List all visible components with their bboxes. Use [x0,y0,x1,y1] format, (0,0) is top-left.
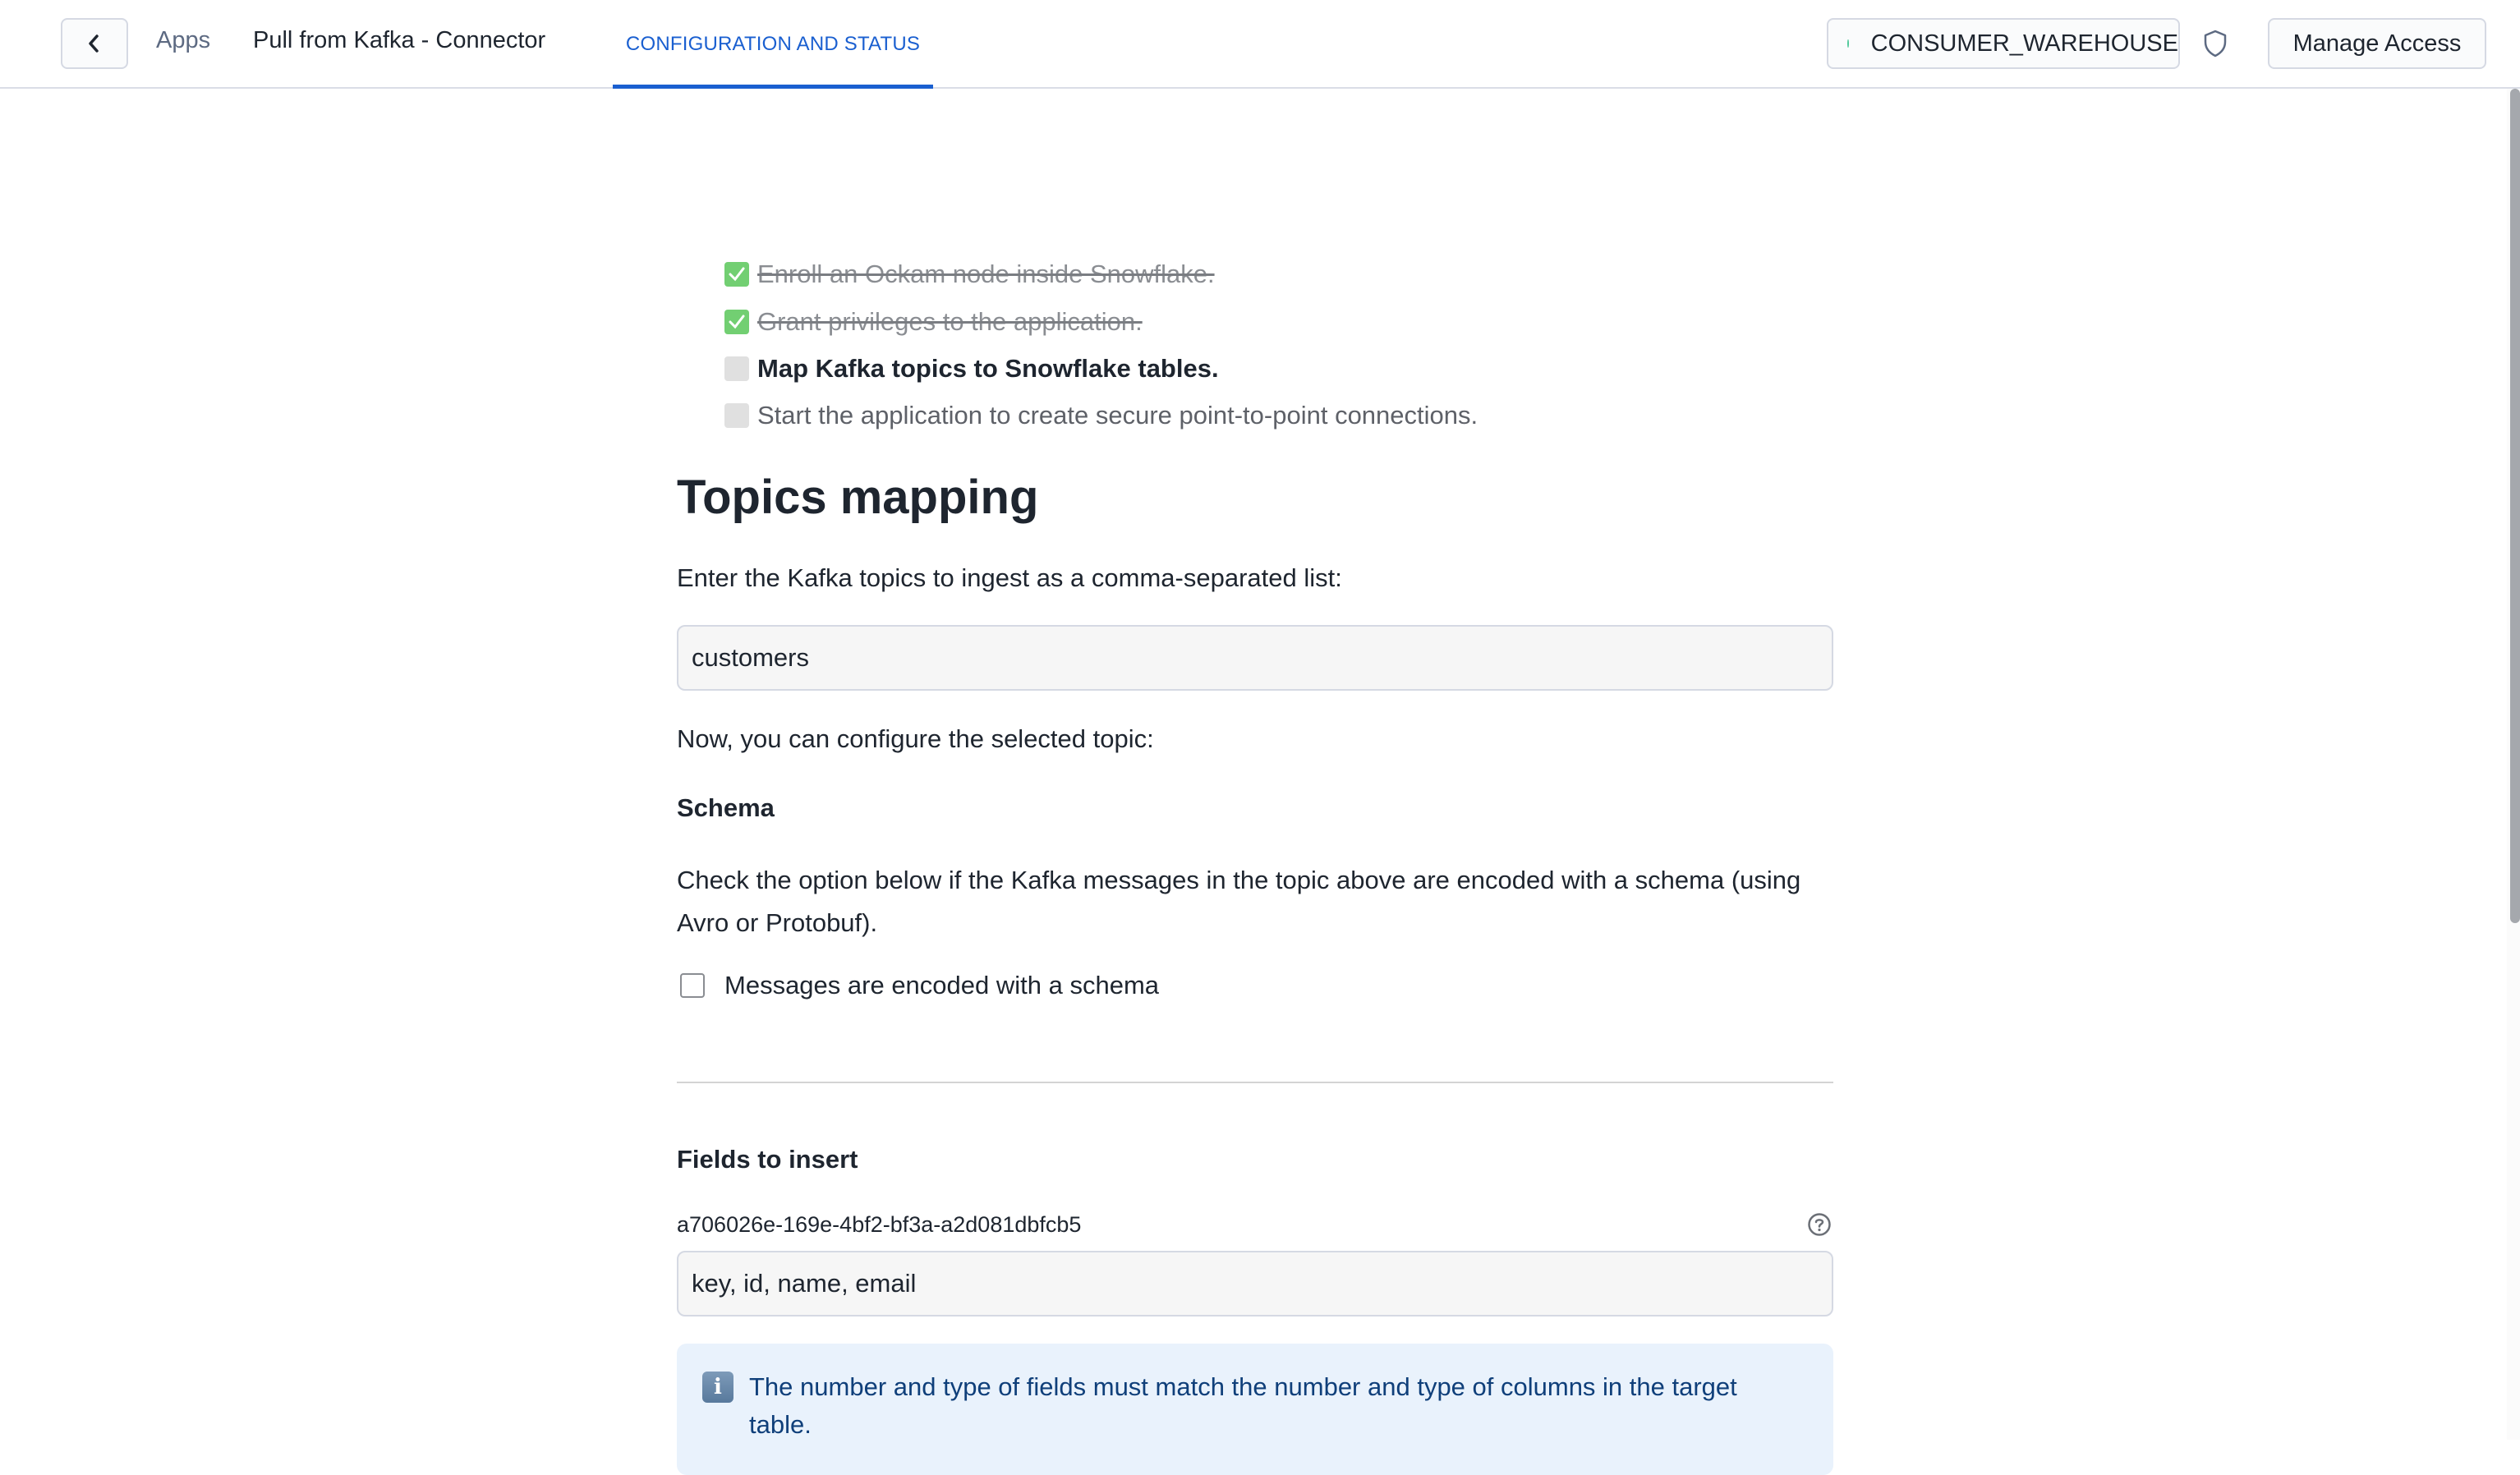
check-empty-icon [724,356,749,381]
checklist-item-enroll: Enroll an Ockam node inside Snowflake. [724,260,1215,289]
schema-description: Check the option below if the Kafka mess… [677,866,1801,937]
checklist-item-start: Start the application to create secure p… [724,401,1478,430]
info-icon: i [702,1372,733,1403]
check-done-icon [724,262,749,287]
check-empty-icon [724,403,749,428]
checklist-label: Grant privileges to the application. [757,307,1143,336]
shield-icon[interactable] [2203,30,2228,57]
status-dot-icon [1847,39,1849,48]
warehouse-selector[interactable]: CONSUMER_WAREHOUSE [1827,18,2180,69]
breadcrumb-apps[interactable]: Apps [156,27,210,54]
fields-input[interactable] [677,1251,1833,1316]
manage-access-button[interactable]: Manage Access [2268,18,2486,69]
back-button[interactable] [61,18,128,69]
schema-checkbox-row[interactable]: Messages are encoded with a schema [680,971,1159,1000]
checklist-item-map: Map Kafka topics to Snowflake tables. [724,354,1219,384]
field-id-label: a706026e-169e-4bf2-bf3a-a2d081dbfcb5 [677,1212,1082,1237]
info-callout: i The number and type of fields must mat… [677,1344,1833,1475]
warehouse-label: CONSUMER_WAREHOUSE [1870,30,2178,57]
topics-prompt: Enter the Kafka topics to ingest as a co… [677,563,1342,592]
checklist-label: Start the application to create secure p… [757,401,1478,430]
scrollbar-thumb[interactable] [2510,89,2520,923]
help-icon[interactable] [1807,1212,1832,1237]
fields-heading: Fields to insert [677,1145,858,1174]
info-text: The number and type of fields must match… [749,1372,1737,1439]
top-bar: Apps Pull from Kafka - Connector CONFIGU… [0,0,2520,89]
schema-checkbox-label: Messages are encoded with a schema [724,971,1160,999]
tab-configuration-and-status[interactable]: CONFIGURATION AND STATUS [613,0,933,89]
page-title: Topics mapping [677,471,1039,524]
topics-input[interactable] [677,625,1833,691]
chevron-left-icon [89,34,99,53]
checklist-label: Map Kafka topics to Snowflake tables. [757,354,1219,383]
checklist-item-grant: Grant privileges to the application. [724,307,1143,337]
configure-text: Now, you can configure the selected topi… [677,724,1154,753]
section-divider [677,1082,1833,1083]
schema-checkbox[interactable] [680,973,705,998]
schema-heading: Schema [677,793,775,822]
checklist-label: Enroll an Ockam node inside Snowflake. [757,260,1215,288]
check-done-icon [724,310,749,334]
app-title: Pull from Kafka - Connector [253,27,546,53]
